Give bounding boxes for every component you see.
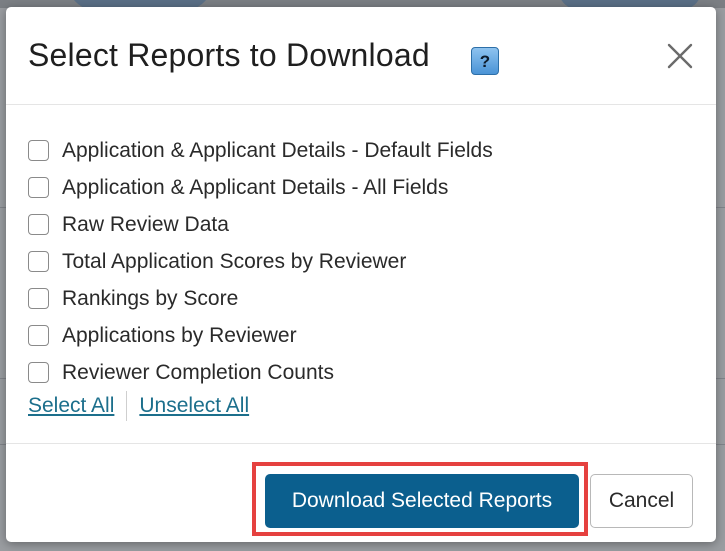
report-option-list: Application & Applicant Details - Defaul… — [28, 132, 493, 391]
report-option[interactable]: Application & Applicant Details - Defaul… — [28, 132, 493, 169]
report-checkbox[interactable] — [28, 288, 49, 309]
report-option[interactable]: Applications by Reviewer — [28, 317, 493, 354]
report-checkbox[interactable] — [28, 362, 49, 383]
modal-footer: Download Selected Reports Cancel — [6, 443, 716, 543]
select-links: Select All Unselect All — [28, 391, 249, 421]
help-icon[interactable]: ? — [471, 47, 499, 75]
unselect-all-link[interactable]: Unselect All — [139, 394, 249, 418]
report-option-label: Reviewer Completion Counts — [62, 360, 334, 384]
report-option[interactable]: Raw Review Data — [28, 206, 493, 243]
link-divider — [126, 391, 128, 421]
report-option[interactable]: Application & Applicant Details - All Fi… — [28, 169, 493, 206]
report-option-label: Application & Applicant Details - All Fi… — [62, 175, 449, 199]
report-checkbox[interactable] — [28, 214, 49, 235]
modal-body: Application & Applicant Details - Defaul… — [6, 105, 716, 443]
close-icon[interactable] — [665, 41, 695, 71]
report-option[interactable]: Reviewer Completion Counts — [28, 354, 493, 391]
modal-header: Select Reports to Download ? — [6, 7, 716, 105]
report-checkbox[interactable] — [28, 177, 49, 198]
download-selected-reports-button[interactable]: Download Selected Reports — [265, 474, 579, 528]
report-option-label: Raw Review Data — [62, 212, 229, 236]
cancel-button[interactable]: Cancel — [590, 474, 693, 528]
report-checkbox[interactable] — [28, 325, 49, 346]
report-checkbox[interactable] — [28, 140, 49, 161]
report-checkbox[interactable] — [28, 251, 49, 272]
report-option-label: Rankings by Score — [62, 286, 239, 310]
select-all-link[interactable]: Select All — [28, 394, 114, 418]
report-option[interactable]: Rankings by Score — [28, 280, 493, 317]
report-option-label: Application & Applicant Details - Defaul… — [62, 138, 493, 162]
report-option-label: Total Application Scores by Reviewer — [62, 249, 407, 273]
report-option-label: Applications by Reviewer — [62, 323, 297, 347]
modal-title: Select Reports to Download — [28, 37, 430, 73]
download-reports-modal: Select Reports to Download ? Application… — [6, 7, 716, 542]
report-option[interactable]: Total Application Scores by Reviewer — [28, 243, 493, 280]
